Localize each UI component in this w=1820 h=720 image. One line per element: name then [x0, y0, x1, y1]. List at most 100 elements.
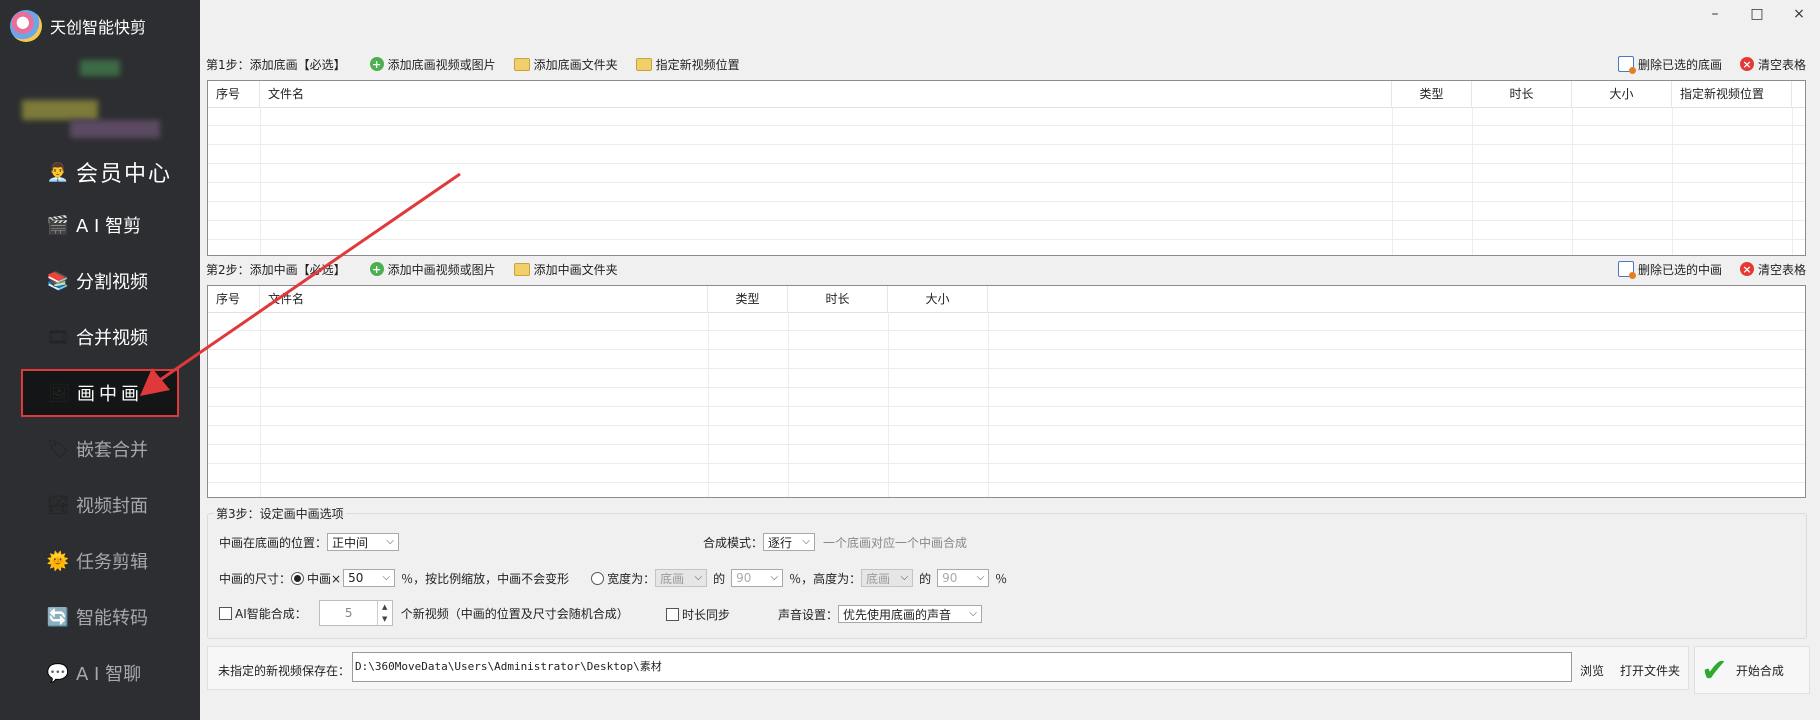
column-header[interactable]: 大小 — [1572, 81, 1672, 107]
grid-line — [988, 312, 989, 497]
sidebar-item-smart-transcode[interactable]: 🔄 智能转码 — [22, 595, 180, 639]
sidebar-item-merge-video[interactable]: 🎞 合并视频 — [22, 315, 180, 359]
ai-compose-row: AI智能合成： 5 ▲ ▼ 个新视频（中画的位置及尺寸会随机合成） — [219, 600, 629, 626]
maximize-button[interactable]: □ — [1744, 6, 1770, 26]
add-base-media-button[interactable]: + 添加底画视频或图片 — [369, 56, 496, 73]
video-cover-icon: 🏞 — [46, 494, 70, 516]
chevron-down-icon: ⌵ — [900, 572, 909, 583]
save-path-input[interactable]: D:\360MoveData\Users\Administrator\Deskt… — [352, 652, 1572, 682]
add-base-folder-button[interactable]: 添加底画文件夹 — [513, 56, 618, 73]
percent-text: ％， — [789, 571, 814, 586]
column-header[interactable]: 序号 — [208, 286, 260, 312]
sidebar-item-member-center[interactable]: 👨‍💼 会员中心 — [22, 150, 180, 194]
grid-line — [208, 163, 1805, 164]
grid-line — [1672, 107, 1673, 255]
sidebar-item-split-video[interactable]: 📚 分割视频 — [22, 259, 180, 303]
grid-line — [208, 144, 1805, 145]
custom-size-radio[interactable] — [591, 571, 605, 585]
browse-button[interactable]: 浏览 — [1580, 662, 1604, 679]
sidebar-item-label: A I 智剪 — [76, 216, 142, 237]
sidebar-item-task-edit[interactable]: 🌞 任务剪辑 — [22, 539, 180, 583]
sidebar-item-label: 智能转码 — [76, 608, 148, 629]
step1-label: 第1步：添加底画【必选】 — [206, 57, 346, 72]
stepper-arrows-icon[interactable]: ▲ ▼ — [376, 601, 392, 625]
scale-percent-select[interactable]: 50 ⌵ — [343, 569, 396, 587]
picture-in-picture-icon: 🖼 — [47, 382, 71, 404]
open-folder-button[interactable]: 打开文件夹 — [1620, 662, 1680, 679]
base-video-table[interactable]: 序号 文件名 类型 时长 大小 指定新视频位置 — [207, 80, 1806, 256]
position-row: 中画在底画的位置： 正中间 ⌵ — [219, 533, 400, 551]
grid-line — [208, 125, 1805, 126]
chevron-down-icon: ⌵ — [969, 608, 978, 619]
height-percent-select[interactable]: 90 ⌵ — [937, 569, 990, 587]
plus-circle-icon: + — [369, 57, 384, 71]
clear-table-1-button[interactable]: × 清空表格 — [1739, 56, 1806, 73]
start-compose-label: 开始合成 — [1735, 663, 1784, 678]
compose-mode-select-value: 逐行 — [768, 535, 793, 550]
member-icon: 👨‍💼 — [46, 161, 70, 183]
audio-select[interactable]: 优先使用底画的声音 ⌵ — [838, 605, 983, 623]
step1-toolbar: 第1步：添加底画【必选】 + 添加底画视频或图片 添加底画文件夹 指定新视频位置… — [206, 52, 1812, 76]
column-header[interactable]: 大小 — [888, 286, 988, 312]
delete-selected-overlay-button[interactable]: 删除已选的中画 — [1617, 261, 1722, 279]
clear-table-2-button[interactable]: × 清空表格 — [1739, 261, 1806, 278]
grid-line — [208, 239, 1805, 240]
sidebar-item-video-cover[interactable]: 🏞 视频封面 — [22, 483, 180, 527]
delete-selected-icon — [1617, 261, 1636, 279]
column-header[interactable]: 时长 — [788, 286, 888, 312]
column-header[interactable]: 类型 — [708, 286, 788, 312]
delete-selected-base-button[interactable]: 删除已选的底画 — [1617, 56, 1722, 74]
add-overlay-folder-button[interactable]: 添加中画文件夹 — [513, 261, 618, 278]
size-label: 中画的尺寸： — [219, 571, 292, 586]
start-compose-button[interactable]: ✔ 开始合成 — [1694, 646, 1810, 694]
folder-add-icon — [513, 57, 530, 71]
sidebar-item-ai-cut[interactable]: 🎬 A I 智剪 — [22, 203, 180, 247]
height-base-select[interactable]: 底画 ⌵ — [861, 569, 914, 587]
clear-x-icon: × — [1739, 262, 1754, 276]
scale-radio-label: 中画× — [307, 571, 342, 586]
column-header[interactable]: 序号 — [208, 81, 260, 107]
merge-video-icon: 🎞 — [46, 326, 70, 348]
position-select[interactable]: 正中间 ⌵ — [327, 533, 400, 551]
step3-title: 第3步：设定画中画选项 — [214, 505, 346, 522]
column-header[interactable]: 指定新视频位置 — [1672, 81, 1792, 107]
sidebar-item-label: 会员中心 — [76, 162, 173, 187]
minimize-button[interactable]: – — [1702, 6, 1728, 26]
ai-compose-checkbox[interactable] — [219, 606, 232, 620]
chevron-down-icon: ⌵ — [694, 572, 703, 583]
scale-radio[interactable] — [291, 571, 305, 585]
percent-text: ％ — [995, 571, 1008, 586]
column-header[interactable]: 时长 — [1472, 81, 1572, 107]
ai-count-stepper[interactable]: 5 ▲ ▼ — [318, 600, 393, 626]
column-header[interactable]: 文件名 — [260, 286, 708, 312]
close-button[interactable]: × — [1786, 6, 1812, 26]
sidebar-item-label: 分割视频 — [76, 272, 148, 293]
column-header[interactable]: 文件名 — [260, 81, 1392, 107]
height-base-value: 底画 — [866, 571, 891, 586]
app-logo — [10, 10, 42, 42]
sidebar-item-label: 合并视频 — [76, 328, 148, 349]
grid-line — [1392, 107, 1393, 255]
duration-sync-checkbox[interactable] — [666, 608, 679, 621]
grid-line — [1472, 107, 1473, 255]
overlay-video-table[interactable]: 序号 文件名 类型 时长 大小 — [207, 285, 1806, 498]
folder-add-icon — [513, 262, 530, 276]
column-header[interactable]: 类型 — [1392, 81, 1472, 107]
ai-chat-icon: 💬 — [46, 662, 70, 684]
sidebar-item-ai-chat[interactable]: 💬 A I 智聊 — [22, 651, 180, 695]
blurred-account-info — [70, 120, 160, 138]
width-base-value: 底画 — [660, 571, 685, 586]
add-base-folder-label: 添加底画文件夹 — [533, 57, 618, 72]
add-overlay-media-button[interactable]: + 添加中画视频或图片 — [369, 261, 496, 278]
set-output-location-button[interactable]: 指定新视频位置 — [635, 56, 740, 73]
width-percent-select[interactable]: 90 ⌵ — [731, 569, 784, 587]
ai-compose-label: AI智能合成： — [235, 606, 307, 621]
grid-line — [208, 201, 1805, 202]
clear-table-2-label: 清空表格 — [1757, 262, 1806, 277]
grid-line — [208, 444, 1805, 445]
sidebar-item-picture-in-picture[interactable]: 🖼 画中画 — [21, 369, 179, 417]
ai-cut-icon: 🎬 — [46, 214, 70, 236]
sidebar-item-nested-merge[interactable]: 🏷 嵌套合并 — [22, 427, 180, 471]
width-base-select[interactable]: 底画 ⌵ — [655, 569, 708, 587]
compose-mode-select[interactable]: 逐行 ⌵ — [763, 533, 816, 551]
